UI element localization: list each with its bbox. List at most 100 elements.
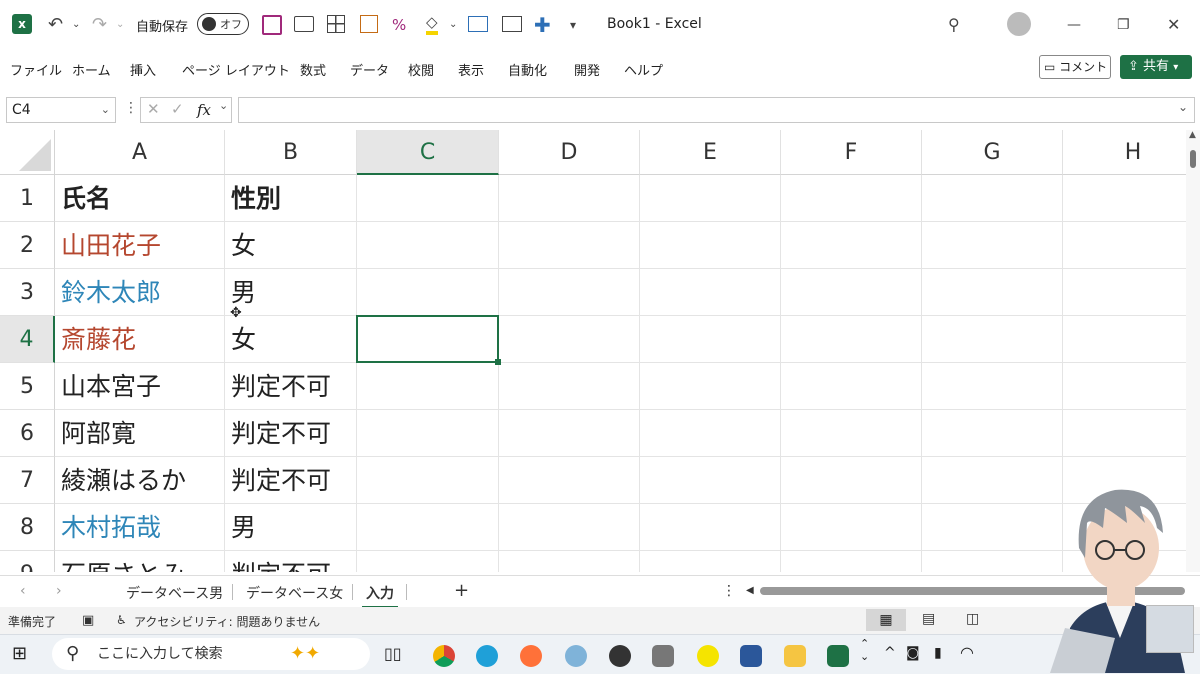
sheet-tab-database-male[interactable]: データベース男 xyxy=(126,583,223,603)
cell-c7[interactable] xyxy=(357,457,499,504)
cell-g5[interactable] xyxy=(922,363,1063,410)
cell-b2[interactable]: 女 xyxy=(225,222,357,269)
add-sheet-button[interactable]: + xyxy=(454,580,469,601)
cell-c1[interactable] xyxy=(357,175,499,222)
column-header-c[interactable]: C xyxy=(357,130,499,175)
vertical-scroll-thumb[interactable] xyxy=(1190,150,1196,168)
tab-file[interactable]: ファイル xyxy=(10,60,62,79)
more-options-icon[interactable]: ⋮ xyxy=(124,100,138,116)
excel-taskbar-icon[interactable] xyxy=(827,645,849,667)
cell-a7[interactable]: 綾瀬はるか xyxy=(55,457,225,504)
page-break-view-icon[interactable]: ◫ xyxy=(966,611,979,627)
cell-e3[interactable] xyxy=(640,269,781,316)
select-all-corner[interactable] xyxy=(0,130,55,175)
cell-e9[interactable] xyxy=(640,551,781,572)
cell-h4[interactable] xyxy=(1063,316,1186,363)
word-icon[interactable] xyxy=(740,645,762,667)
row-header-9[interactable]: 9 xyxy=(0,551,55,572)
cell-h6[interactable] xyxy=(1063,410,1186,457)
sheet-tab-database-female[interactable]: データベース女 xyxy=(246,583,343,603)
page-layout-view-icon[interactable]: ▤ xyxy=(922,611,935,627)
cell-c3[interactable] xyxy=(357,269,499,316)
cell-d6[interactable] xyxy=(499,410,640,457)
cell-e6[interactable] xyxy=(640,410,781,457)
share-button[interactable]: ⇪ 共有 ▾ xyxy=(1120,55,1192,79)
cell-d7[interactable] xyxy=(499,457,640,504)
column-header-f[interactable]: F xyxy=(781,130,922,175)
taskbar-search[interactable]: ⚲ ここに入力して検索 ✦✦ xyxy=(52,638,370,670)
form-icon[interactable] xyxy=(502,16,522,32)
cell-b4[interactable]: 女 xyxy=(225,316,357,363)
row-header-4[interactable]: 4 xyxy=(0,316,55,363)
cell-f3[interactable] xyxy=(781,269,922,316)
cell-d9[interactable] xyxy=(499,551,640,572)
accessibility-icon[interactable]: ♿ xyxy=(116,613,127,627)
cell-f4[interactable] xyxy=(781,316,922,363)
restore-icon[interactable]: ❐ xyxy=(1117,13,1130,37)
row-header-6[interactable]: 6 xyxy=(0,410,55,457)
fill-color-icon[interactable]: ◇ xyxy=(426,13,438,35)
cell-c9[interactable] xyxy=(357,551,499,572)
row-header-8[interactable]: 8 xyxy=(0,504,55,551)
comment-button[interactable]: ▭ コメント xyxy=(1039,55,1111,79)
sheet-tab-input[interactable]: 入力 xyxy=(362,583,398,609)
cell-a6[interactable]: 阿部寛 xyxy=(55,410,225,457)
confirm-icon[interactable]: ✓ xyxy=(171,100,184,118)
cell-e4[interactable] xyxy=(640,316,781,363)
scroll-up-icon[interactable]: ▲ xyxy=(1189,130,1196,140)
formula-input[interactable]: ⌄ xyxy=(238,97,1195,123)
grid-icon[interactable] xyxy=(360,15,378,33)
undo-icon[interactable]: ↶ xyxy=(48,13,63,37)
cell-c6[interactable] xyxy=(357,410,499,457)
cell-e1[interactable] xyxy=(640,175,781,222)
insert-function-icon[interactable]: fx xyxy=(197,101,211,119)
cell-d3[interactable] xyxy=(499,269,640,316)
column-header-a[interactable]: A xyxy=(55,130,225,175)
tray-chevron-icon[interactable]: ⌃ ⌄ xyxy=(860,637,869,663)
scroll-left-icon[interactable]: ◀ xyxy=(746,585,754,596)
close-icon[interactable]: ✕ xyxy=(1167,13,1180,37)
wifi-icon[interactable]: ◠ xyxy=(960,643,974,662)
cell-b5[interactable]: 判定不可 xyxy=(225,363,357,410)
app-icon[interactable] xyxy=(609,645,631,667)
column-header-e[interactable]: E xyxy=(640,130,781,175)
chevron-down-icon[interactable]: ⌄ xyxy=(449,13,457,37)
row-header-1[interactable]: 1 xyxy=(0,175,55,222)
file-explorer-icon[interactable] xyxy=(784,645,806,667)
cell-d4[interactable] xyxy=(499,316,640,363)
cell-g9[interactable] xyxy=(922,551,1063,572)
prev-sheet-icon[interactable]: ‹ xyxy=(20,583,26,599)
cell-a4[interactable]: 斎藤花 xyxy=(55,316,225,363)
tab-home[interactable]: ホーム xyxy=(72,60,111,79)
chevron-down-icon[interactable]: ⌄ xyxy=(72,13,80,37)
cell-b1[interactable]: 性別 xyxy=(225,175,357,222)
tab-page-layout[interactable]: ページ レイアウト xyxy=(182,60,290,79)
more-options-icon[interactable]: ⋮ xyxy=(722,583,736,599)
tab-review[interactable]: 校閲 xyxy=(408,60,434,79)
merge-icon[interactable] xyxy=(468,16,488,32)
table-icon[interactable] xyxy=(327,15,345,33)
cell-h5[interactable] xyxy=(1063,363,1186,410)
cell-a5[interactable]: 山本宮子 xyxy=(55,363,225,410)
row-header-3[interactable]: 3 xyxy=(0,269,55,316)
cell-g3[interactable] xyxy=(922,269,1063,316)
fill-handle[interactable] xyxy=(495,359,501,365)
cell-d2[interactable] xyxy=(499,222,640,269)
windows-start-icon[interactable]: ⊞ xyxy=(12,643,27,664)
cell-d5[interactable] xyxy=(499,363,640,410)
cell-e8[interactable] xyxy=(640,504,781,551)
cell-b9[interactable]: 判定不可 xyxy=(225,551,357,572)
cell-g7[interactable] xyxy=(922,457,1063,504)
cell-g2[interactable] xyxy=(922,222,1063,269)
minimize-icon[interactable]: — xyxy=(1067,13,1081,37)
profile-icon[interactable] xyxy=(1007,12,1031,36)
cell-e5[interactable] xyxy=(640,363,781,410)
tab-developer[interactable]: 開発 xyxy=(574,60,600,79)
macro-icon[interactable]: ▣ xyxy=(82,613,94,628)
cell-a3[interactable]: 鈴木太郎 xyxy=(55,269,225,316)
normal-view-icon[interactable]: ▦ xyxy=(866,609,906,631)
row-header-5[interactable]: 5 xyxy=(0,363,55,410)
redo-icon[interactable]: ↷ xyxy=(92,13,107,37)
cell-f5[interactable] xyxy=(781,363,922,410)
tab-insert[interactable]: 挿入 xyxy=(130,60,156,79)
